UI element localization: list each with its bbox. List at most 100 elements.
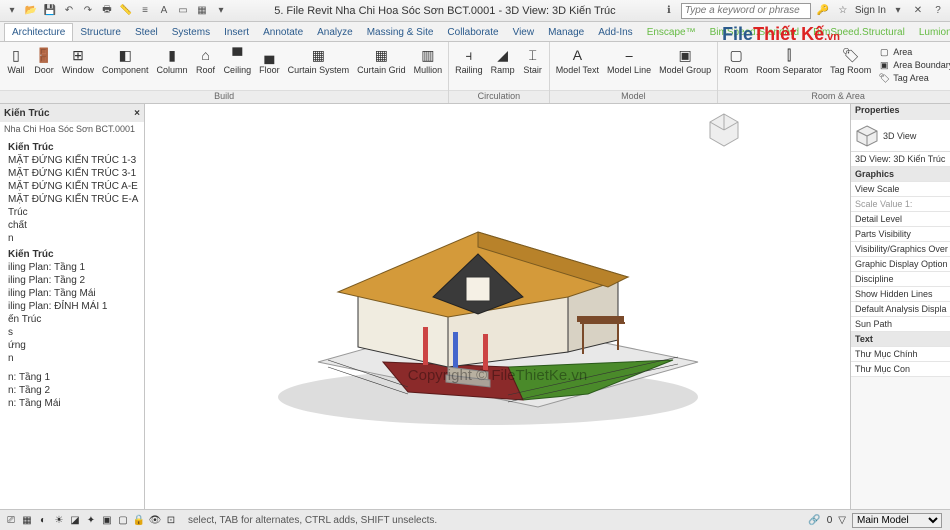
tab-addins[interactable]: Add-Ins: [591, 24, 639, 41]
3d-viewport[interactable]: FileThiết Kế.vn: [145, 104, 850, 509]
curtain-grid-button[interactable]: ▦Curtain Grid: [354, 44, 409, 76]
tab-analyze[interactable]: Analyze: [310, 24, 360, 41]
crop-icon[interactable]: ▣: [100, 513, 114, 527]
print-icon[interactable]: 🖶: [99, 3, 115, 19]
prop-row[interactable]: Visibility/Graphics Over: [851, 242, 950, 257]
prop-row[interactable]: Default Analysis Displa: [851, 302, 950, 317]
align-icon[interactable]: ≡: [137, 3, 153, 19]
prop-row[interactable]: Discipline: [851, 272, 950, 287]
ceiling-button[interactable]: ▀Ceiling: [221, 44, 255, 76]
shadow-icon[interactable]: ◪: [68, 513, 82, 527]
detail-icon[interactable]: ▦: [20, 513, 34, 527]
tree-node[interactable]: MẶT ĐỨNG KIẾN TRÚC 3-1: [2, 167, 142, 180]
tree-node[interactable]: iling Plan: Tầng 1: [2, 261, 142, 274]
ramp-button[interactable]: ◢Ramp: [488, 44, 518, 76]
prop-row[interactable]: Thư Mục Con: [851, 362, 950, 377]
prop-row[interactable]: Show Hidden Lines: [851, 287, 950, 302]
tab-collaborate[interactable]: Collaborate: [440, 24, 505, 41]
model-group-button[interactable]: ▣Model Group: [656, 44, 714, 76]
thin-lines-icon[interactable]: ▭: [175, 3, 191, 19]
model-line-button[interactable]: ⎯Model Line: [604, 44, 654, 76]
prop-row[interactable]: Parts Visibility: [851, 227, 950, 242]
tree-group[interactable]: Kiến Trúc: [2, 248, 142, 261]
measure-icon[interactable]: 📏: [118, 3, 134, 19]
tree-node[interactable]: Trúc: [2, 206, 142, 219]
tree-group[interactable]: Kiến Trúc: [2, 141, 142, 154]
switch-window-icon[interactable]: ▾: [213, 3, 229, 19]
lock-icon[interactable]: 🔒: [132, 513, 146, 527]
mullion-button[interactable]: ▥Mullion: [411, 44, 446, 76]
tab-annotate[interactable]: Annotate: [256, 24, 310, 41]
info-icon[interactable]: ℹ: [661, 3, 677, 19]
prop-row[interactable]: View Scale: [851, 182, 950, 197]
tree-node[interactable]: ến Trúc: [2, 313, 142, 326]
properties-selector[interactable]: 3D View: 3D Kiến Trúc: [851, 152, 950, 167]
tree-node[interactable]: iling Plan: ĐỈNH MÁI 1: [2, 300, 142, 313]
open-icon[interactable]: 📂: [23, 3, 39, 19]
close-hidden-icon[interactable]: ▦: [194, 3, 210, 19]
temp-hide-icon[interactable]: 👁: [148, 513, 162, 527]
visual-style-icon[interactable]: ◐: [36, 513, 50, 527]
filter-icon[interactable]: ▽: [838, 515, 846, 526]
window-button[interactable]: ⊞Window: [59, 44, 97, 76]
room-separator-button[interactable]: ⫿Room Separator: [753, 44, 825, 76]
wall-button[interactable]: ▯Wall: [3, 44, 29, 76]
close-icon[interactable]: ×: [134, 108, 140, 119]
tree-node[interactable]: MẶT ĐỨNG KIẾN TRÚC A-E: [2, 180, 142, 193]
door-button[interactable]: 🚪Door: [31, 44, 57, 76]
area-boundary-button[interactable]: ▣Area Boundary: [878, 59, 950, 71]
undo-icon[interactable]: ↶: [61, 3, 77, 19]
railing-button[interactable]: ⫞Railing: [452, 44, 486, 76]
roof-button[interactable]: ⌂Roof: [193, 44, 219, 76]
chevron-down-icon[interactable]: ▾: [890, 3, 906, 19]
tab-architecture[interactable]: Architecture: [4, 23, 73, 41]
prop-row[interactable]: Detail Level: [851, 212, 950, 227]
model-text-button[interactable]: AModel Text: [553, 44, 602, 76]
app-menu-icon[interactable]: ▾: [4, 3, 20, 19]
tree-node[interactable]: s: [2, 326, 142, 339]
prop-row[interactable]: Thư Mục Chính: [851, 347, 950, 362]
tree-node[interactable]: n: Tầng 2: [2, 384, 142, 397]
curtain-system-button[interactable]: ▦Curtain System: [285, 44, 353, 76]
tree-node[interactable]: MẶT ĐỨNG KIẾN TRÚC E-A: [2, 193, 142, 206]
tree-node[interactable]: iling Plan: Tầng 2: [2, 274, 142, 287]
help-icon[interactable]: ?: [930, 3, 946, 19]
tree-node[interactable]: ứng: [2, 339, 142, 352]
tree-node[interactable]: MẶT ĐỨNG KIẾN TRÚC 1-3: [2, 154, 142, 167]
save-icon[interactable]: 💾: [42, 3, 58, 19]
workset-select[interactable]: Main Model: [852, 513, 942, 528]
area-button[interactable]: ▢Area: [878, 46, 950, 58]
tab-systems[interactable]: Systems: [165, 24, 217, 41]
tree-node[interactable]: n: [2, 232, 142, 245]
crop-region-icon[interactable]: ▢: [116, 513, 130, 527]
star-icon[interactable]: ☆: [835, 3, 851, 19]
exchange-icon[interactable]: ✕: [910, 3, 926, 19]
room-button[interactable]: ▢Room: [721, 44, 751, 76]
reveal-icon[interactable]: ⊡: [164, 513, 178, 527]
signin-link[interactable]: Sign In: [855, 5, 886, 16]
floor-button[interactable]: ▄Floor: [256, 44, 283, 76]
tree-node[interactable]: iling Plan: Tầng Mái: [2, 287, 142, 300]
prop-row[interactable]: Sun Path: [851, 317, 950, 332]
tab-steel[interactable]: Steel: [128, 24, 165, 41]
tab-insert[interactable]: Insert: [217, 24, 256, 41]
tab-massing[interactable]: Massing & Site: [360, 24, 441, 41]
tag-room-button[interactable]: 🏷Tag Room: [827, 44, 874, 76]
link-icon[interactable]: 🔗: [808, 515, 820, 526]
tab-lumion[interactable]: Lumion: [912, 24, 950, 41]
key-icon[interactable]: 🔑: [815, 3, 831, 19]
prop-row[interactable]: Graphic Display Option: [851, 257, 950, 272]
text-icon[interactable]: A: [156, 3, 172, 19]
stair-button[interactable]: ⌶Stair: [520, 44, 546, 76]
tree-node[interactable]: n: Tầng 1: [2, 371, 142, 384]
tab-view[interactable]: View: [506, 24, 542, 41]
tag-area-button[interactable]: 🏷Tag Area: [878, 72, 950, 84]
column-button[interactable]: ▮Column: [154, 44, 191, 76]
tab-structure[interactable]: Structure: [73, 24, 128, 41]
tab-enscape[interactable]: Enscape™: [640, 24, 703, 41]
render-icon[interactable]: ✦: [84, 513, 98, 527]
component-button[interactable]: ◧Component: [99, 44, 152, 76]
search-input[interactable]: [681, 3, 811, 19]
redo-icon[interactable]: ↷: [80, 3, 96, 19]
tree-node[interactable]: n: [2, 352, 142, 365]
